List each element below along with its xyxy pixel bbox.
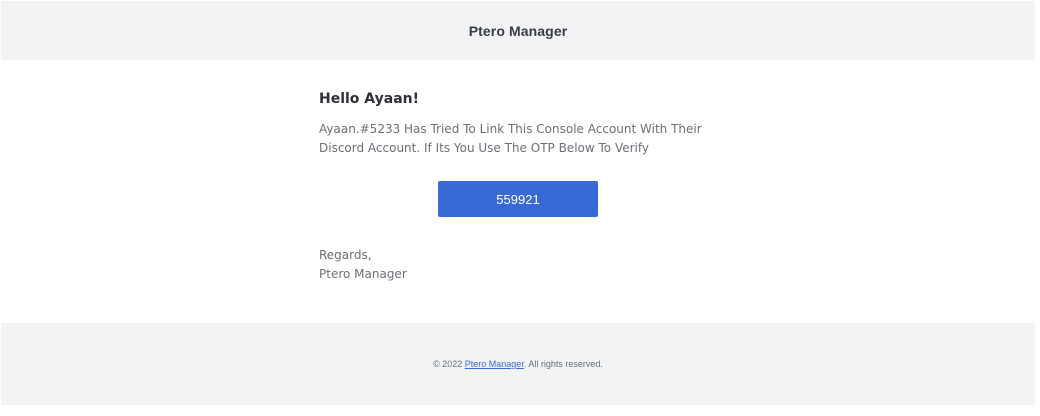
otp-code-button[interactable]: 559921 — [438, 181, 598, 217]
regards-line: Regards, — [319, 248, 372, 262]
email-page: Ptero Manager Hello Ayaan! Ayaan.#5233 H… — [0, 0, 1040, 416]
email-body: Hello Ayaan! Ayaan.#5233 Has Tried To Li… — [1, 60, 1035, 323]
copyright-prefix: © 2022 — [433, 359, 465, 369]
copyright-suffix: . All rights reserved. — [523, 359, 603, 369]
greeting-heading: Hello Ayaan! — [319, 91, 420, 107]
footer-link[interactable]: Ptero Manager — [465, 359, 524, 369]
signoff: Regards, Ptero Manager — [319, 246, 407, 284]
verification-message: Ayaan.#5233 Has Tried To Link This Conso… — [319, 122, 702, 155]
header-title: Ptero Manager — [468, 22, 568, 39]
copyright-text: © 2022 Ptero Manager. All rights reserve… — [433, 359, 603, 369]
email-header: Ptero Manager — [1, 1, 1035, 60]
signature: Ptero Manager — [319, 267, 407, 281]
otp-container: 559921 — [438, 181, 598, 217]
email-footer: © 2022 Ptero Manager. All rights reserve… — [1, 323, 1035, 405]
